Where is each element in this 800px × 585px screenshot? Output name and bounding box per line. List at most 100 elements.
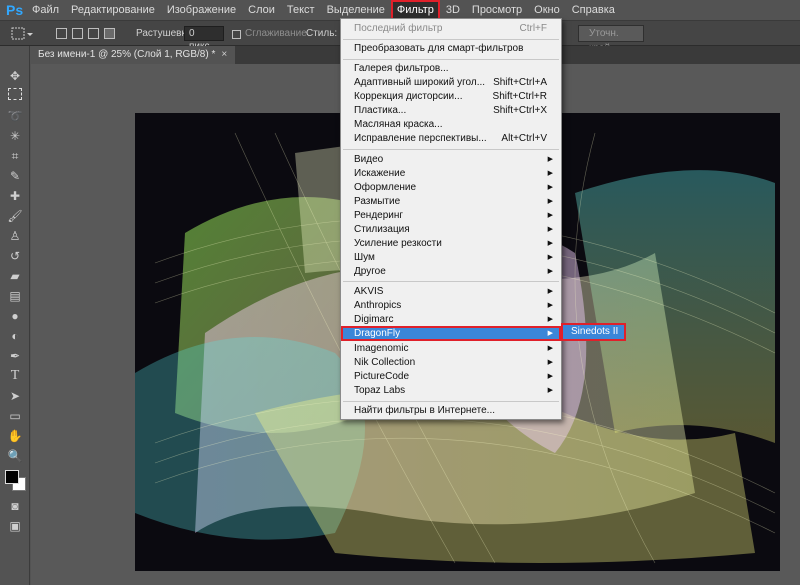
menu-item-other[interactable]: Другое ▶ — [341, 265, 561, 279]
menu-item-distort[interactable]: Искажение ▶ — [341, 167, 561, 181]
menu-item-label: Anthropics — [354, 300, 402, 311]
submenu-arrow-icon: ▶ — [547, 254, 553, 261]
gradient-tool-icon[interactable]: ▤ — [7, 288, 23, 304]
menu-item-label: Масляная краска... — [354, 119, 443, 130]
submenu-arrow-icon: ▶ — [547, 156, 553, 163]
menu-item-label: Рендеринг — [354, 210, 404, 221]
menu-item-anthropics[interactable]: Anthropics ▶ — [341, 299, 561, 313]
rectangle-tool-icon[interactable]: ▭ — [7, 408, 23, 424]
menu-item-noise[interactable]: Шум ▶ — [341, 251, 561, 265]
submenu-arrow-icon: ▶ — [547, 226, 553, 233]
healing-brush-icon[interactable]: ✚ — [7, 188, 23, 204]
crop-tool-icon[interactable]: ⌗ — [7, 148, 23, 164]
submenu-arrow-icon: ▶ — [547, 198, 553, 205]
menu-select[interactable]: Выделение — [321, 0, 391, 20]
menu-item-label: Последний фильтр — [354, 23, 443, 34]
marquee-tool-icon[interactable] — [8, 88, 22, 100]
dodge-tool-icon[interactable]: ◐ — [7, 328, 23, 344]
magic-wand-icon[interactable]: ✳ — [7, 128, 23, 144]
feather-input[interactable]: 0 пикс. — [184, 26, 224, 52]
document-tab-title: Без имени-1 @ 25% (Слой 1, RGB/8) * — [38, 49, 216, 60]
menu-item-label: Галерея фильтров... — [354, 63, 449, 74]
quick-mask-icon[interactable]: ◙ — [7, 498, 23, 514]
move-tool-icon[interactable]: ✥ — [7, 68, 23, 84]
antialias-checkbox[interactable] — [232, 30, 241, 39]
submenu-arrow-icon: ▶ — [547, 240, 553, 247]
menu-item-dragonfly[interactable]: DragonFly ▶ — [341, 326, 561, 341]
intersect-selection-icon[interactable] — [104, 28, 115, 39]
add-selection-icon[interactable] — [72, 28, 83, 39]
submenu-arrow-icon: ▶ — [547, 387, 553, 394]
subtract-selection-icon[interactable] — [88, 28, 99, 39]
menu-item-convert-smart[interactable]: Преобразовать для смарт-фильтров — [341, 42, 561, 56]
menu-item-browse-filters-online[interactable]: Найти фильтры в Интернете... — [341, 404, 561, 418]
pen-tool-icon[interactable]: ✒ — [7, 348, 23, 364]
submenu-arrow-icon: ▶ — [547, 184, 553, 191]
menu-item-stylize[interactable]: Стилизация ▶ — [341, 223, 561, 237]
menu-separator — [343, 149, 559, 150]
menu-item-lens-correction[interactable]: Коррекция дисторсии... Shift+Ctrl+R — [341, 90, 561, 104]
brush-tool-icon[interactable]: 🖌 — [7, 208, 23, 224]
type-tool-icon[interactable]: T — [7, 368, 23, 384]
hand-tool-icon[interactable]: ✋ — [7, 428, 23, 444]
submenu-arrow-icon: ▶ — [547, 330, 553, 337]
menu-item-liquify[interactable]: Пластика... Shift+Ctrl+X — [341, 104, 561, 118]
menu-bar: Ps Файл Редактирование Изображение Слои … — [0, 0, 800, 20]
lasso-tool-icon[interactable]: ➰ — [7, 108, 23, 124]
menu-image[interactable]: Изображение — [161, 0, 242, 20]
menu-item-stylize-design[interactable]: Оформление ▶ — [341, 181, 561, 195]
menu-item-sharpen[interactable]: Усиление резкости ▶ — [341, 237, 561, 251]
menu-item-video[interactable]: Видео ▶ — [341, 153, 561, 167]
menu-layers[interactable]: Слои — [242, 0, 281, 20]
history-brush-icon[interactable]: ↺ — [7, 248, 23, 264]
menu-item-label: DragonFly — [354, 328, 401, 339]
menu-item-shortcut: Shift+Ctrl+X — [493, 105, 547, 116]
menu-item-blur[interactable]: Размытие ▶ — [341, 195, 561, 209]
menu-window[interactable]: Окно — [528, 0, 566, 20]
menu-item-vanishing-point[interactable]: Исправление перспективы... Alt+Ctrl+V — [341, 132, 561, 146]
menu-item-label: Оформление — [354, 182, 417, 193]
menu-item-label: Размытие — [354, 196, 401, 207]
menu-help[interactable]: Справка — [566, 0, 621, 20]
submenu-arrow-icon: ▶ — [547, 316, 553, 323]
submenu-arrow-icon: ▶ — [547, 359, 553, 366]
menu-item-digimarc[interactable]: Digimarc ▶ — [341, 313, 561, 327]
menu-view[interactable]: Просмотр — [466, 0, 528, 20]
menu-item-label: Коррекция дисторсии... — [354, 91, 463, 102]
submenu-sinedots[interactable]: Sinedots II — [561, 323, 626, 341]
menu-item-filter-gallery[interactable]: Галерея фильтров... — [341, 62, 561, 76]
eraser-icon[interactable]: ▰ — [7, 268, 23, 284]
menu-item-render[interactable]: Рендеринг ▶ — [341, 209, 561, 223]
path-selection-icon[interactable]: ➤ — [7, 388, 23, 404]
menu-item-label: Видео — [354, 154, 384, 165]
menu-file[interactable]: Файл — [26, 0, 65, 20]
blur-tool-icon[interactable]: ● — [7, 308, 23, 324]
menu-type[interactable]: Текст — [281, 0, 321, 20]
photoshop-logo: Ps — [6, 2, 24, 18]
menu-3d[interactable]: 3D — [440, 0, 466, 20]
menu-item-akvis[interactable]: AKVIS ▶ — [341, 285, 561, 299]
menu-item-imagenomic[interactable]: Imagenomic ▶ — [341, 342, 561, 356]
close-icon[interactable]: × — [221, 49, 227, 60]
menu-separator — [343, 59, 559, 60]
menu-item-nik-collection[interactable]: Nik Collection ▶ — [341, 356, 561, 370]
menu-filter[interactable]: Фильтр — [390, 0, 440, 20]
toolbox: ✥ ➰ ✳ ⌗ ✎ ✚ 🖌 ♙ ↺ ▰ ▤ ● ◐ ✒ T ➤ ▭ ✋ 🔍 ◙ … — [0, 46, 30, 585]
foreground-color-swatch[interactable] — [5, 470, 19, 484]
menu-item-topaz-labs[interactable]: Topaz Labs ▶ — [341, 384, 561, 398]
menu-item-picturecode[interactable]: PictureCode ▶ — [341, 370, 561, 384]
clone-stamp-icon[interactable]: ♙ — [7, 228, 23, 244]
document-tab[interactable]: Без имени-1 @ 25% (Слой 1, RGB/8) * × — [30, 46, 236, 64]
zoom-tool-icon[interactable]: 🔍 — [7, 448, 23, 464]
new-selection-icon[interactable] — [56, 28, 67, 39]
refine-edge-button[interactable]: Уточн. край... — [578, 25, 644, 54]
submenu-arrow-icon: ▶ — [547, 268, 553, 275]
menu-item-oil-paint[interactable]: Масляная краска... — [341, 118, 561, 132]
eyedropper-icon[interactable]: ✎ — [7, 168, 23, 184]
screen-mode-icon[interactable]: ▣ — [7, 518, 23, 534]
menu-edit[interactable]: Редактирование — [65, 0, 161, 20]
menu-item-label: Адаптивный широкий угол... — [354, 77, 486, 88]
marquee-preset-icon[interactable] — [8, 21, 34, 47]
menu-item-adaptive-wide-angle[interactable]: Адаптивный широкий угол... Shift+Ctrl+A — [341, 76, 561, 90]
menu-item-label: Другое — [354, 266, 386, 277]
